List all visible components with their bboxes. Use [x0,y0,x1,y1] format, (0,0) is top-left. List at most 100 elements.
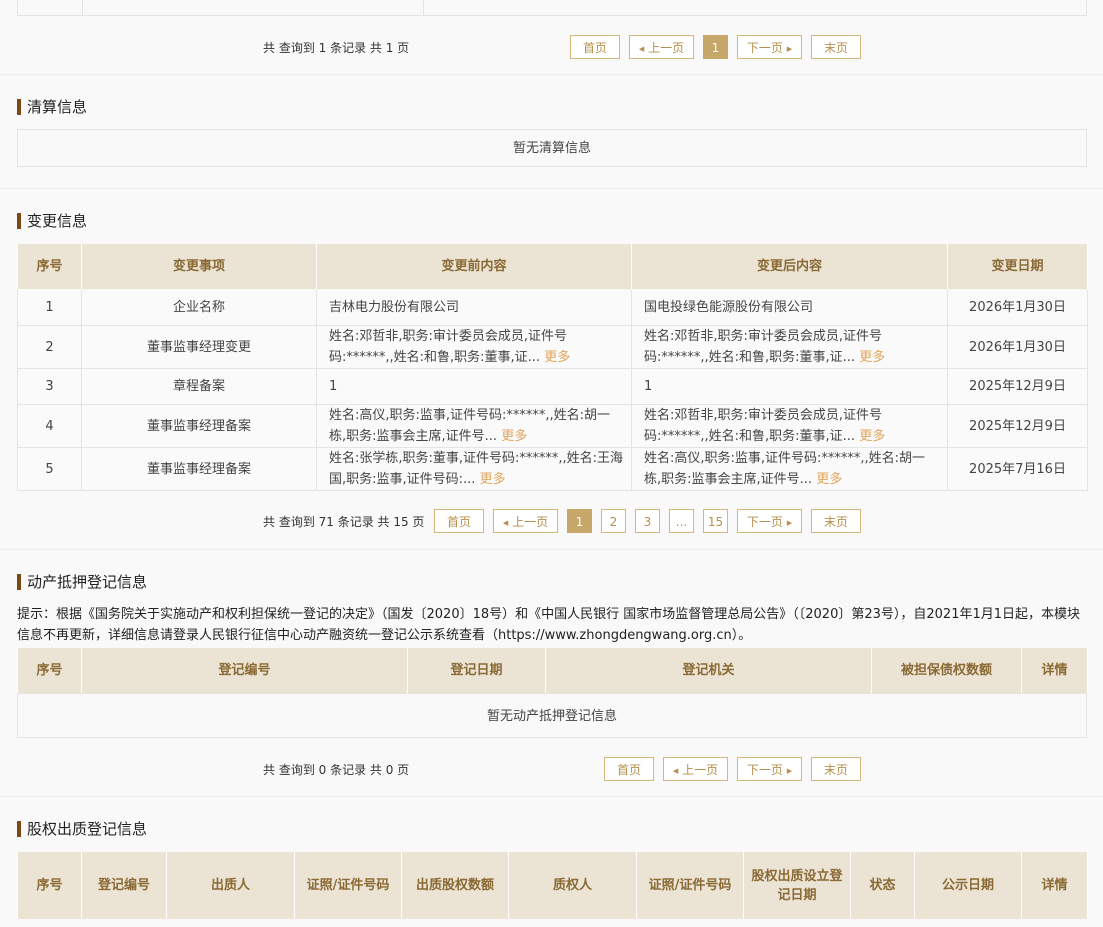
col-header-reg-authority: 登记机关 [545,647,872,694]
divider [0,549,1103,550]
table-row: 1 企业名称 吉林电力股份有限公司 国电投绿色能源股份有限公司 2026年1月3… [17,289,1088,326]
more-link[interactable]: 更多 [501,429,527,444]
next-label: 下一页 [746,41,783,55]
next-page-button[interactable]: 下一页 ▶ [737,35,802,59]
col-header-before: 变更前内容 [316,243,632,290]
chevron-left-icon: ◀ [672,767,679,775]
more-link[interactable]: 更多 [480,472,506,487]
row-after-cell: 姓名:邓哲非,职务:审计委员会成员,证件号码:******,,姓名:和鲁,职务:… [631,325,948,369]
liquidation-empty: 暂无清算信息 [17,129,1087,167]
previous-table-bottom [17,0,1087,16]
prev-label: 上一页 [682,763,719,777]
row-before-cell: 姓名:邓哲非,职务:审计委员会成员,证件号码:******,,姓名:和鲁,职务:… [316,325,632,369]
page-button-3[interactable]: 3 [635,509,660,533]
col-header-no: 序号 [17,243,82,290]
row-after: 国电投绿色能源股份有限公司 [631,289,948,326]
chevron-right-icon: ▶ [786,767,793,775]
chevron-right-icon: ▶ [786,45,793,53]
row-before-cell: 姓名:高仪,职务:监事,证件号码:******,,姓名:胡一栋,职务:监事会主席… [316,404,632,448]
chattel-section-title: 动产抵押登记信息 [17,572,147,592]
chattel-pagination: 共 查询到 0 条记录 共 0 页 首页 ◀ 上一页 下一页 ▶ 末页 [0,757,1103,783]
last-page-button[interactable]: 末页 [811,35,861,59]
col-header-pledged-amount: 出质股权数额 [401,851,509,920]
next-label: 下一页 [746,515,783,529]
prev-label: 上一页 [648,41,685,55]
row-before: 吉林电力股份有限公司 [316,289,632,326]
last-page-button[interactable]: 末页 [811,509,861,533]
prev-page-button[interactable]: ◀ 上一页 [493,509,558,533]
row-after-cell: 姓名:高仪,职务:监事,证件号码:******,,姓名:胡一栋,职务:监事会主席… [631,447,948,491]
changes-title-text: 变更信息 [27,212,88,230]
row-item: 章程备案 [81,368,317,405]
row-no: 4 [17,404,82,448]
table-row: 2 董事监事经理变更 姓名:邓哲非,职务:审计委员会成员,证件号码:******… [17,325,1088,369]
divider [0,188,1103,189]
col-header-item: 变更事项 [81,243,317,290]
more-link[interactable]: 更多 [816,472,842,487]
row-item: 企业名称 [81,289,317,326]
more-link[interactable]: 更多 [544,350,570,365]
first-page-button[interactable]: 首页 [570,35,620,59]
next-page-button[interactable]: 下一页 ▶ [737,757,802,781]
row-after: 姓名:邓哲非,职务:审计委员会成员,证件号码:******,,姓名:和鲁,职务:… [644,408,883,444]
row-before: 1 [316,368,632,405]
row-after: 姓名:高仪,职务:监事,证件号码:******,,姓名:胡一栋,职务:监事会主席… [644,451,926,487]
more-link[interactable]: 更多 [859,350,885,365]
page-ellipsis: ... [669,509,694,533]
row-before-cell: 姓名:张学栋,职务:董事,证件号码:******,,姓名:王海国,职务:监事,证… [316,447,632,491]
col-header-reg-no: 登记编号 [81,851,167,920]
row-date: 2026年1月30日 [947,289,1088,326]
row-no: 5 [17,447,82,491]
chattel-notice: 提示：根据《国务院关于实施动产和权利担保统一登记的决定》（国发〔2020〕18号… [17,607,1081,643]
col-header-detail: 详情 [1021,647,1088,694]
more-link[interactable]: 更多 [859,429,885,444]
col-header-pledgor: 出质人 [166,851,295,920]
prev-page-button[interactable]: ◀ 上一页 [629,35,694,59]
page-button-1[interactable]: 1 [703,35,728,59]
col-header-no: 序号 [17,647,82,694]
chattel-table: 序号 登记编号 登记日期 登记机关 被担保债权数额 详情 [17,647,1088,694]
prev-label: 上一页 [512,515,549,529]
row-date: 2025年12月9日 [947,368,1088,405]
changes-table: 序号 变更事项 变更前内容 变更后内容 变更日期 1 企业名称 吉林电力股份有限… [17,243,1088,491]
row-item: 董事监事经理备案 [81,447,317,491]
page-button-1[interactable]: 1 [567,509,592,533]
col-header-detail: 详情 [1021,851,1088,920]
col-header-no: 序号 [17,851,82,920]
chattel-empty: 暂无动产抵押登记信息 [17,693,1087,738]
equity-section-title: 股权出质登记信息 [17,819,147,839]
next-page-button[interactable]: 下一页 ▶ [737,509,802,533]
row-date: 2025年7月16日 [947,447,1088,491]
col-header-secured-amount: 被担保债权数额 [871,647,1022,694]
divider [0,796,1103,797]
row-no: 3 [17,368,82,405]
liquidation-title-text: 清算信息 [27,98,88,116]
record-count: 共 查询到 71 条记录 共 15 页 [263,515,425,529]
equity-title-text: 股权出质登记信息 [27,820,148,838]
row-date: 2026年1月30日 [947,325,1088,369]
row-after: 姓名:邓哲非,职务:审计委员会成员,证件号码:******,,姓名:和鲁,职务:… [644,329,883,365]
row-no: 1 [17,289,82,326]
col-header-publish-date: 公示日期 [914,851,1022,920]
first-page-button[interactable]: 首页 [434,509,484,533]
changes-section-title: 变更信息 [17,211,87,231]
chevron-right-icon: ▶ [786,519,793,527]
changes-pagination: 共 查询到 71 条记录 共 15 页 首页 ◀ 上一页 1 2 3 ... 1… [0,509,1103,535]
row-before: 姓名:张学栋,职务:董事,证件号码:******,,姓名:王海国,职务:监事,证… [329,451,624,487]
row-no: 2 [17,325,82,369]
liquidation-section-title: 清算信息 [17,97,87,117]
row-item: 董事监事经理变更 [81,325,317,369]
col-header-status: 状态 [850,851,915,920]
last-page-button[interactable]: 末页 [811,757,861,781]
next-label: 下一页 [746,763,783,777]
page-button-2[interactable]: 2 [601,509,626,533]
col-header-reg-date: 登记日期 [407,647,546,694]
row-after-cell: 姓名:邓哲非,职务:审计委员会成员,证件号码:******,,姓名:和鲁,职务:… [631,404,948,448]
col-header-date: 变更日期 [947,243,1088,290]
table-row: 5 董事监事经理备案 姓名:张学栋,职务:董事,证件号码:******,,姓名:… [17,447,1088,491]
row-before: 姓名:高仪,职务:监事,证件号码:******,,姓名:胡一栋,职务:监事会主席… [329,408,611,444]
first-page-button[interactable]: 首页 [604,757,654,781]
record-count: 共 查询到 1 条记录 共 1 页 [263,41,410,55]
page-button-15[interactable]: 15 [703,509,728,533]
prev-page-button[interactable]: ◀ 上一页 [663,757,728,781]
